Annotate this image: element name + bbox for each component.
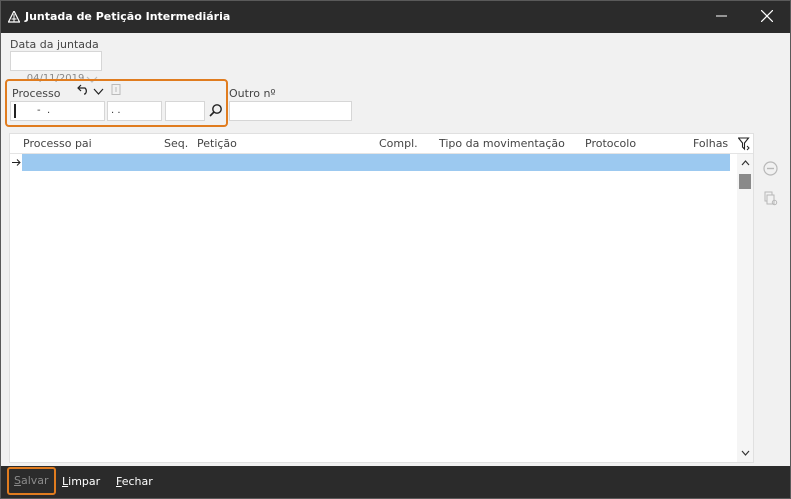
processo-field-sufixo[interactable] [165, 101, 205, 121]
data-juntada-label: Data da juntada [10, 38, 99, 51]
document-icon[interactable] [111, 84, 121, 98]
title-bar: Juntada de Petição Intermediária [1, 1, 790, 33]
arrow-right-icon [12, 157, 21, 170]
scrollbar-thumb[interactable] [739, 174, 751, 189]
text-cursor [14, 104, 16, 118]
clear-button[interactable]: Limpar [57, 472, 105, 492]
document-settings-icon[interactable] [764, 191, 778, 209]
peticoes-grid: Processo pai Seq. Petição Compl. Tipo da… [9, 133, 754, 463]
close-dialog-button[interactable]: Fechar [111, 472, 158, 492]
outro-numero-label: Outro nº [229, 87, 276, 100]
processo-field-numero[interactable]: - . [10, 101, 105, 121]
action-bar: Salvar Limpar Fechar [1, 466, 790, 498]
chevron-down-icon[interactable] [93, 86, 104, 99]
column-header-protocolo[interactable]: Protocolo [585, 137, 636, 150]
app-icon [7, 9, 21, 23]
filter-icon[interactable] [737, 137, 750, 154]
dialog-window: Juntada de Petição Intermediária Data da… [0, 0, 791, 499]
remove-row-icon[interactable] [763, 161, 778, 179]
minimize-icon [715, 10, 727, 24]
window-title: Juntada de Petição Intermediária [25, 10, 231, 23]
processo-label: Processo [12, 87, 61, 100]
grid-header: Processo pai Seq. Petição Compl. Tipo da… [10, 134, 753, 154]
column-header-folhas[interactable]: Folhas [693, 137, 728, 150]
data-juntada-field[interactable]: 04/11/2019 [10, 51, 102, 84]
save-button[interactable]: Salvar [7, 467, 56, 495]
column-header-compl[interactable]: Compl. [379, 137, 418, 150]
selected-row-cells[interactable] [22, 154, 730, 171]
processo-group: Processo - . . . [5, 79, 228, 127]
column-header-peticao[interactable]: Petição [197, 137, 237, 150]
minimize-button[interactable] [698, 1, 744, 33]
table-row[interactable] [10, 154, 737, 171]
close-button[interactable] [744, 1, 790, 33]
chevron-up-icon[interactable] [741, 156, 750, 169]
processo-field-origem[interactable]: . . [107, 101, 162, 121]
undo-icon[interactable] [77, 84, 90, 98]
column-header-processo-pai[interactable]: Processo pai [23, 137, 92, 150]
search-icon[interactable] [209, 103, 223, 120]
vertical-scrollbar[interactable] [737, 154, 753, 462]
close-icon [760, 9, 774, 25]
column-header-seq[interactable]: Seq. [164, 137, 188, 150]
outro-numero-field[interactable] [229, 101, 352, 121]
column-header-tipo-movimentacao[interactable]: Tipo da movimentação [439, 137, 565, 150]
chevron-down-icon[interactable] [741, 446, 750, 459]
